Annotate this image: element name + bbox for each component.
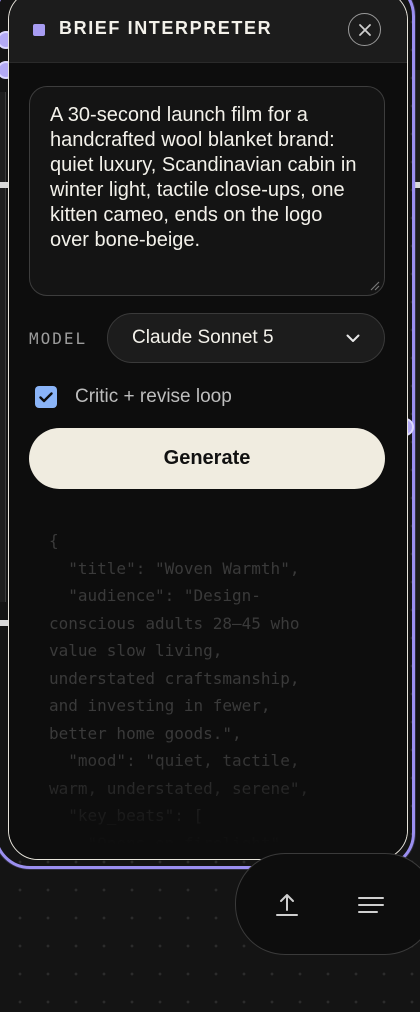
- model-selected-value: Claude Sonnet 5: [132, 327, 274, 348]
- brief-interpreter-panel: BRIEF INTERPRETER A 30-second launch fil…: [8, 0, 408, 860]
- model-select[interactable]: Claude Sonnet 5: [107, 313, 385, 363]
- upload-button[interactable]: [270, 888, 304, 922]
- bottom-dock: [235, 853, 420, 955]
- menu-button[interactable]: [354, 888, 388, 922]
- brief-text: A 30-second launch film for a handcrafte…: [50, 104, 357, 251]
- panel-title: BRIEF INTERPRETER: [59, 18, 273, 38]
- close-icon: [358, 23, 371, 36]
- chevron-down-icon: [346, 334, 360, 342]
- generate-button[interactable]: Generate: [29, 428, 385, 489]
- critic-loop-checkbox[interactable]: [35, 386, 57, 408]
- menu-icon: [358, 897, 384, 913]
- model-label: MODEL: [29, 329, 88, 348]
- brief-textarea[interactable]: A 30-second launch film for a handcrafte…: [29, 86, 385, 296]
- output-fade: [9, 751, 407, 859]
- critic-loop-label: Critic + revise loop: [75, 386, 232, 407]
- panel-header[interactable]: BRIEF INTERPRETER: [9, 0, 407, 63]
- close-button[interactable]: [348, 13, 381, 46]
- upload-icon: [276, 894, 298, 916]
- checkmark-icon: [39, 391, 53, 402]
- node-color-dot: [33, 24, 45, 36]
- resize-grip-icon[interactable]: [368, 279, 380, 291]
- critic-loop-option[interactable]: Critic + revise loop: [35, 386, 232, 408]
